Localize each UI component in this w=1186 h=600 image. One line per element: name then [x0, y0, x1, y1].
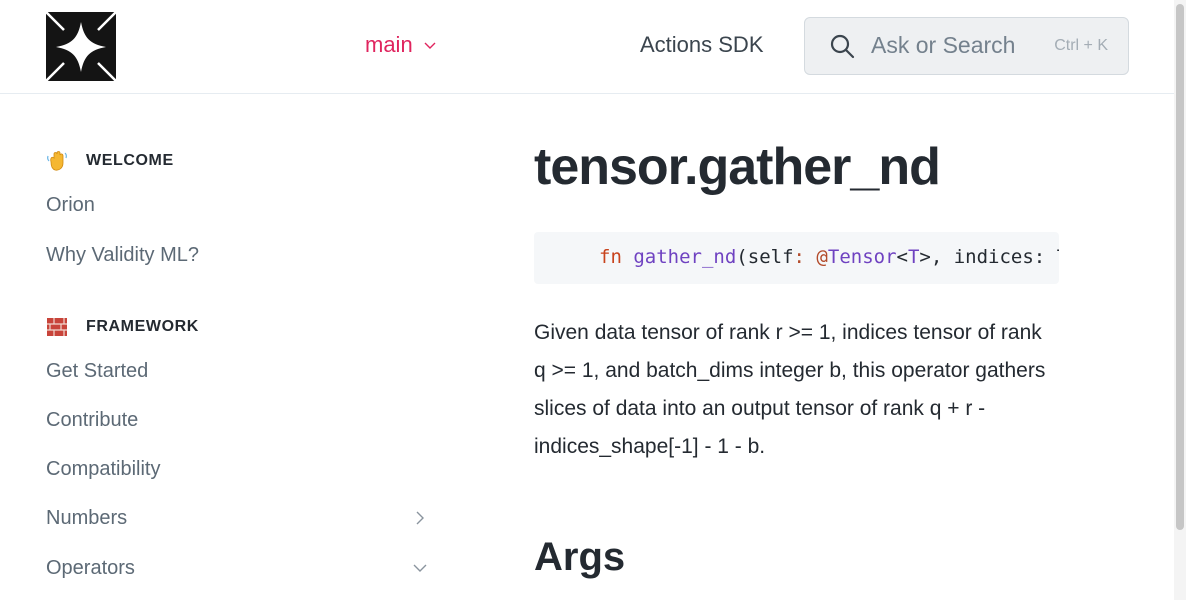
sidebar-item-label: Numbers	[46, 506, 128, 529]
sidebar-item-operators[interactable]: Operators	[46, 550, 436, 586]
sidebar-item-contribute[interactable]: Contribute	[46, 402, 436, 438]
section-framework: FRAMEWORK	[46, 316, 199, 338]
sidebar-item-numbers[interactable]: Numbers	[46, 500, 436, 536]
search-placeholder: Ask or Search	[871, 32, 1016, 58]
code-colon: :	[793, 246, 805, 268]
page-title: tensor.gather_nd	[534, 138, 941, 196]
top-header: main Actions SDK Ask or Search Ctrl + K	[0, 0, 1174, 94]
sidebar-item-label: Compatibility	[46, 457, 161, 480]
code-lt: <	[896, 246, 908, 268]
args-heading: Args	[534, 535, 626, 579]
code-block[interactable]: fn gather_nd(self: @Tensor<T>, indices: …	[534, 232, 1059, 284]
code-generic: T	[907, 246, 920, 268]
scrollbar-thumb[interactable]	[1176, 4, 1184, 530]
sidebar-item-orion[interactable]: Orion	[46, 187, 436, 223]
bricks-icon	[47, 318, 67, 336]
chevron-right-icon[interactable]	[412, 510, 428, 526]
section-title: FRAMEWORK	[86, 318, 199, 335]
logo-icon[interactable]	[46, 12, 116, 81]
section-welcome: WELCOME	[46, 150, 174, 172]
code-at: @	[816, 246, 828, 268]
sidebar: WELCOME Orion Why Validity ML? FRAMEWORK…	[0, 95, 460, 600]
sidebar-item-label: Operators	[46, 556, 135, 579]
sidebar-item-compatibility[interactable]: Compatibility	[46, 451, 436, 487]
code-function-name: gather_nd	[633, 246, 737, 268]
sidebar-item-label: Orion	[46, 193, 95, 216]
search-input[interactable]: Ask or Search Ctrl + K	[804, 17, 1129, 75]
chevron-down-icon	[424, 42, 436, 49]
sidebar-item-label: Get Started	[46, 359, 149, 382]
waving-hand-icon	[47, 151, 67, 171]
sidebar-item-get-started[interactable]: Get Started	[46, 353, 436, 389]
code-rest: >, indices: Tensor<usize>, batch_dims: O…	[919, 246, 1059, 268]
code-keyword: fn	[599, 246, 622, 268]
search-shortcut: Ctrl + K	[1054, 37, 1108, 54]
version-selector[interactable]: main	[365, 32, 437, 58]
sidebar-item-label: Contribute	[46, 408, 139, 431]
code-paren: (	[736, 246, 748, 268]
section-title: WELCOME	[86, 152, 174, 169]
chevron-down-icon[interactable]	[412, 560, 428, 576]
version-label: main	[365, 32, 413, 57]
page-scrollbar[interactable]	[1174, 0, 1186, 600]
code-signature: fn gather_nd(self: @Tensor<T>, indices: …	[599, 246, 1059, 268]
code-self: self	[747, 246, 794, 268]
code-type: Tensor	[827, 246, 897, 268]
sidebar-item-why-validity-ml[interactable]: Why Validity ML?	[46, 237, 436, 273]
description-paragraph: Given data tensor of rank r >= 1, indice…	[534, 321, 1046, 458]
actions-sdk-link[interactable]: Actions SDK	[640, 32, 764, 58]
search-icon	[830, 34, 855, 59]
sidebar-item-label: Why Validity ML?	[46, 243, 200, 266]
